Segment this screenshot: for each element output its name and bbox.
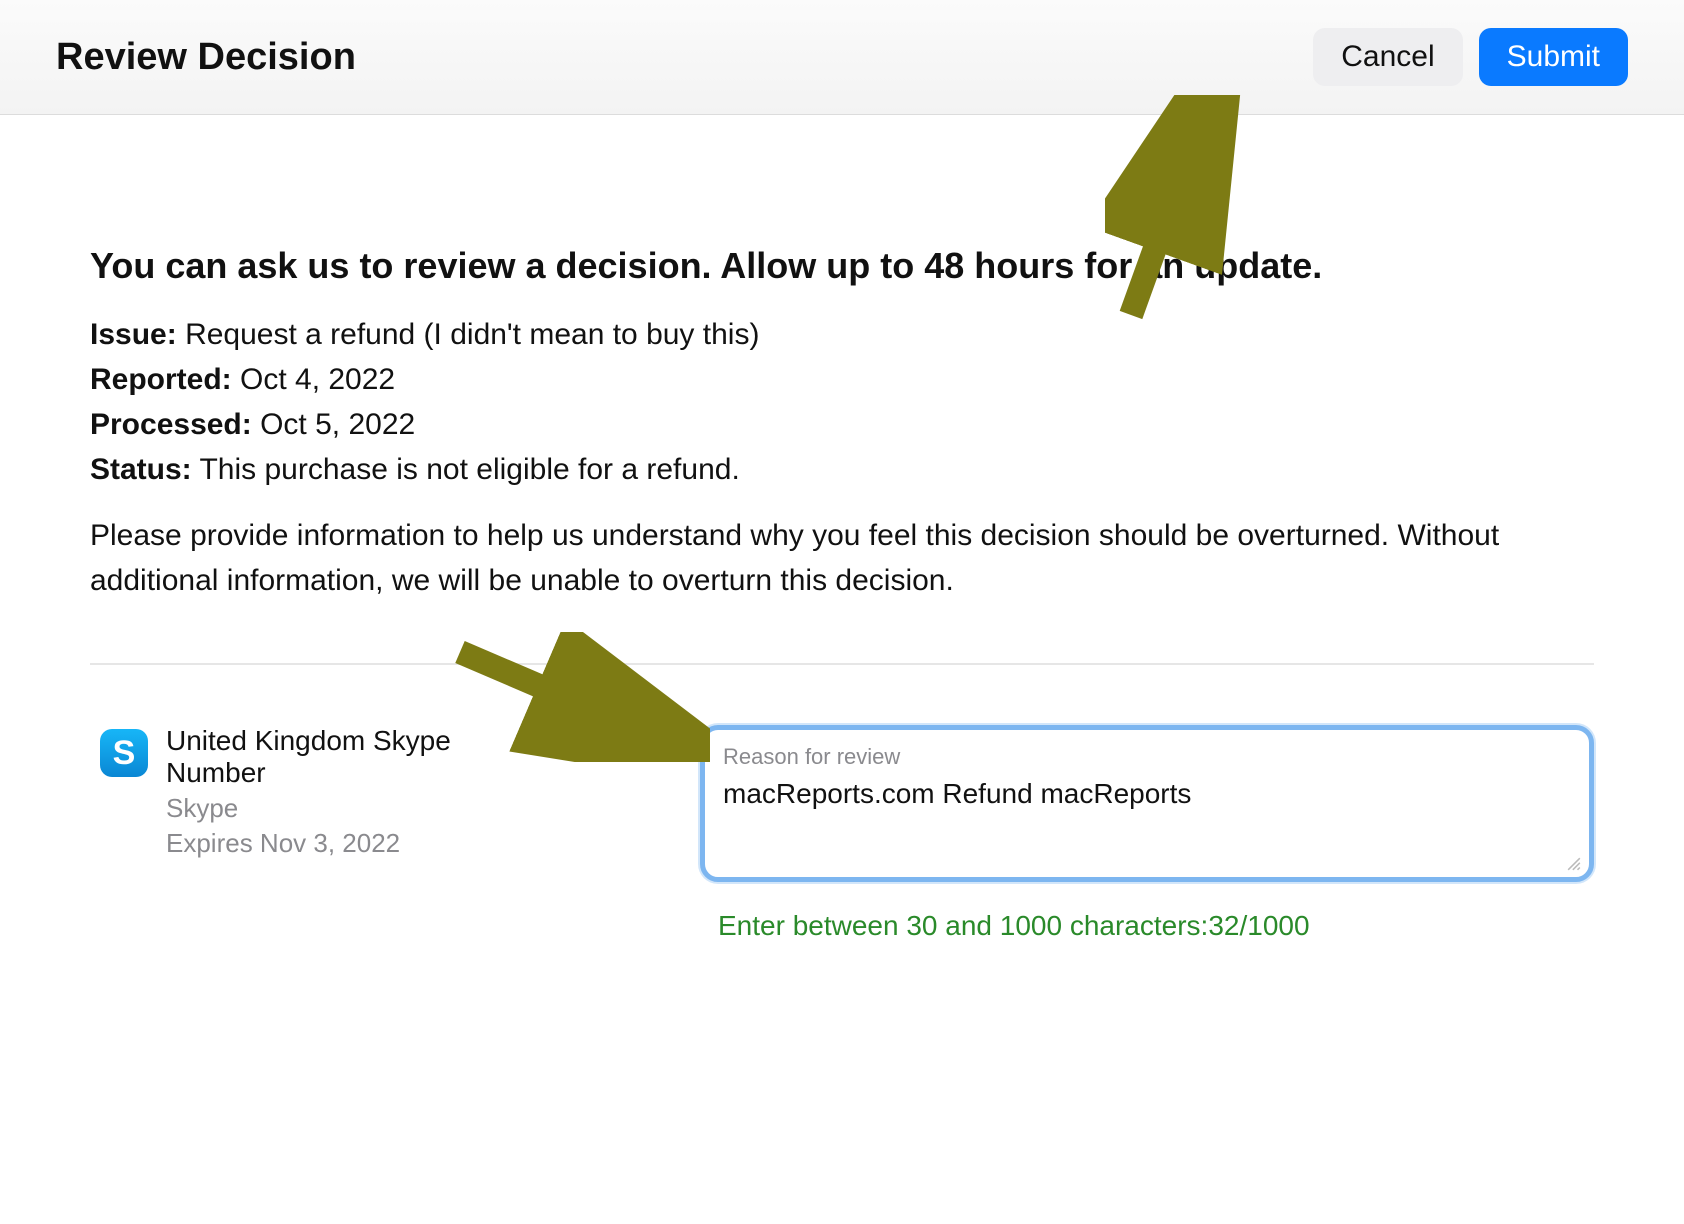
meta-processed-value: Oct 5, 2022: [260, 408, 415, 441]
textarea-column: Reason for review Enter between 30 and 1…: [700, 725, 1594, 942]
meta-status: Status: This purchase is not eligible fo…: [90, 450, 1594, 489]
reason-textarea-wrap[interactable]: Reason for review: [700, 725, 1594, 882]
headline-text: You can ask us to review a decision. All…: [90, 245, 1594, 287]
meta-issue: Issue: Request a refund (I didn't mean t…: [90, 315, 1594, 354]
expiry-date: Expires Nov 3, 2022: [166, 828, 516, 859]
skype-icon: S: [100, 729, 148, 777]
product-name: United Kingdom Skype Number: [166, 725, 516, 789]
meta-status-label: Status:: [90, 453, 192, 486]
instruction-text: Please provide information to help us un…: [90, 513, 1594, 603]
app-name: Skype: [166, 793, 516, 824]
cancel-button[interactable]: Cancel: [1313, 28, 1462, 86]
submit-button[interactable]: Submit: [1479, 28, 1628, 86]
dialog-header: Review Decision Cancel Submit: [0, 0, 1684, 115]
meta-issue-value: Request a refund (I didn't mean to buy t…: [185, 318, 759, 351]
meta-processed: Processed: Oct 5, 2022: [90, 405, 1594, 444]
character-counter: Enter between 30 and 1000 characters:32/…: [700, 910, 1594, 942]
meta-reported-value: Oct 4, 2022: [240, 363, 395, 396]
resize-handle-icon: [1567, 857, 1581, 871]
meta-status-value: This purchase is not eligible for a refu…: [199, 453, 739, 486]
purchase-info: United Kingdom Skype Number Skype Expire…: [166, 725, 516, 859]
reason-label: Reason for review: [723, 744, 1571, 770]
main-content: You can ask us to review a decision. All…: [0, 115, 1684, 1002]
decision-meta: Issue: Request a refund (I didn't mean t…: [90, 315, 1594, 489]
header-actions: Cancel Submit: [1313, 28, 1628, 86]
meta-reported: Reported: Oct 4, 2022: [90, 360, 1594, 399]
meta-processed-label: Processed:: [90, 408, 252, 441]
reason-input[interactable]: [723, 778, 1571, 854]
meta-issue-label: Issue:: [90, 318, 177, 351]
purchase-row: S United Kingdom Skype Number Skype Expi…: [90, 725, 1594, 942]
divider: [90, 663, 1594, 665]
page-title: Review Decision: [56, 36, 356, 79]
skype-icon-letter: S: [113, 734, 136, 773]
meta-reported-label: Reported:: [90, 363, 232, 396]
price: $7.99: [534, 725, 634, 757]
